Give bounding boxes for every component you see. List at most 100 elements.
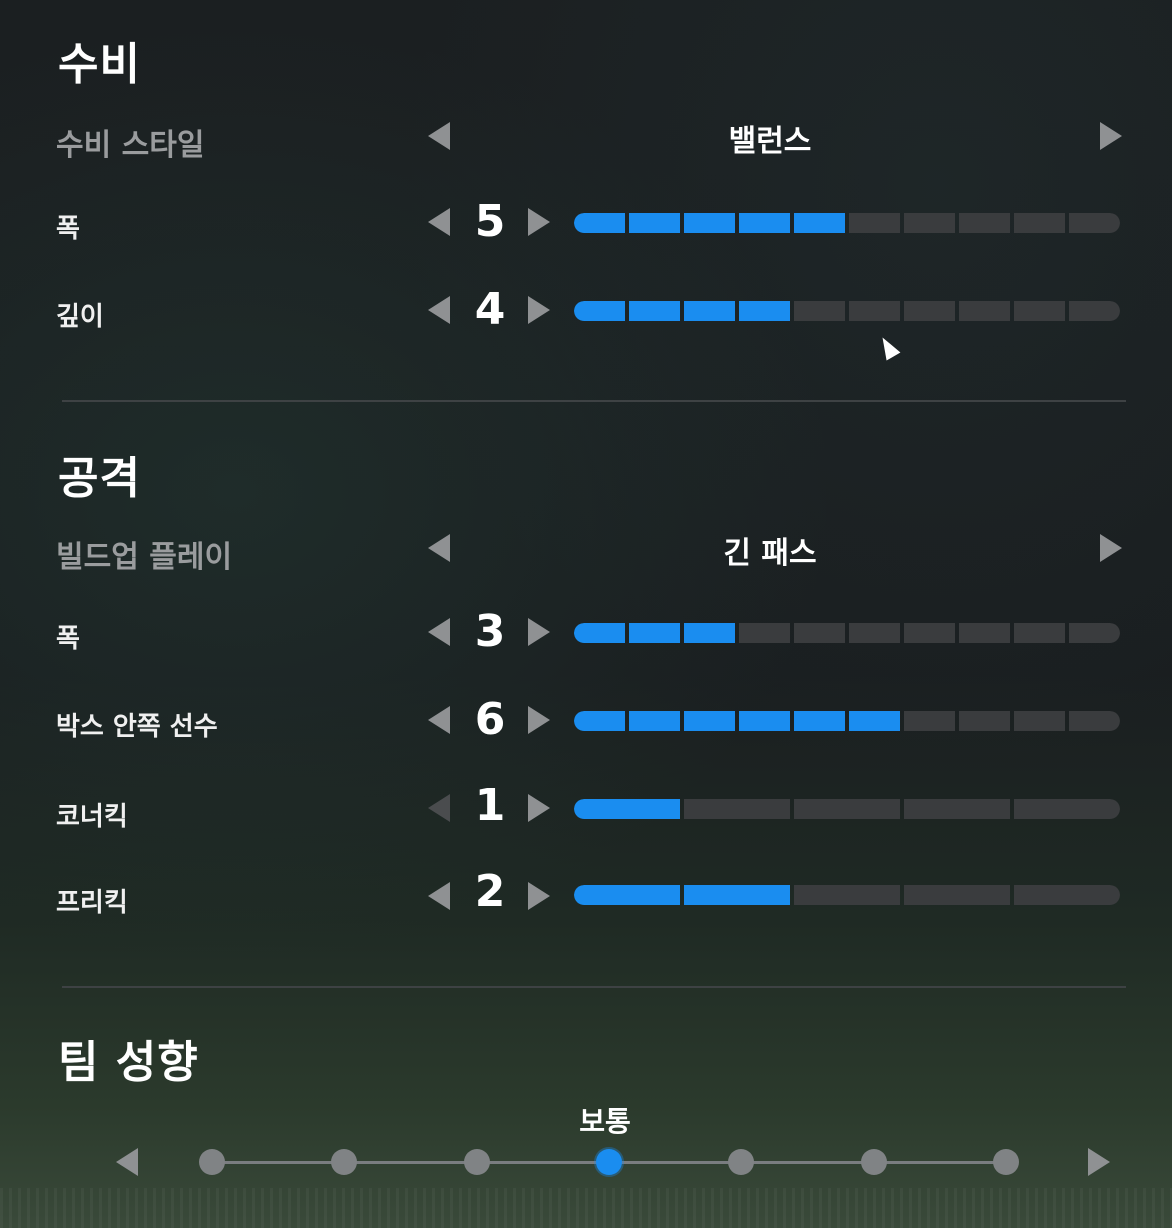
attack-width-value: 3	[474, 606, 506, 657]
defense-depth-label: 깊이	[56, 302, 104, 332]
free-kick-bar[interactable]	[574, 885, 1120, 905]
players-in-box-value: 6	[474, 694, 506, 745]
bar-segment	[574, 711, 625, 731]
defense-width-bar[interactable]	[574, 213, 1120, 233]
bar-segment	[739, 623, 790, 643]
bar-segment	[904, 623, 955, 643]
bar-segment	[904, 213, 955, 233]
corner-kick-value: 1	[474, 780, 506, 831]
bar-segment	[794, 711, 845, 731]
bar-segment	[849, 301, 900, 321]
defense-style-prev-icon[interactable]	[428, 122, 450, 150]
bar-segment	[629, 213, 680, 233]
bar-segment	[794, 799, 900, 819]
bar-segment	[959, 711, 1010, 731]
defense-depth-increase-icon[interactable]	[528, 296, 550, 324]
bar-segment	[1069, 213, 1120, 233]
bar-segment	[794, 301, 845, 321]
bar-segment	[739, 711, 790, 731]
corner-kick-bar[interactable]	[574, 799, 1120, 819]
bar-segment	[794, 623, 845, 643]
bar-segment	[794, 885, 900, 905]
attack-style-value: 긴 패스	[723, 536, 817, 571]
defense-depth-bar[interactable]	[574, 301, 1120, 321]
bar-segment	[1014, 885, 1120, 905]
attack-style-prev-icon[interactable]	[428, 534, 450, 562]
bar-segment	[1014, 213, 1065, 233]
defense-width-value: 5	[474, 196, 506, 247]
bar-segment	[1014, 623, 1065, 643]
free-kick-decrease-icon[interactable]	[428, 882, 450, 910]
bar-segment	[684, 885, 790, 905]
bar-segment	[904, 301, 955, 321]
bar-segment	[959, 213, 1010, 233]
bar-segment	[574, 301, 625, 321]
bar-segment	[1069, 301, 1120, 321]
corner-kick-label: 코너킥	[56, 802, 128, 832]
bar-segment	[574, 213, 625, 233]
bar-segment	[849, 711, 900, 731]
players-in-box-decrease-icon[interactable]	[428, 706, 450, 734]
bar-segment	[1014, 301, 1065, 321]
bar-segment	[849, 623, 900, 643]
bar-segment	[684, 623, 735, 643]
defense-width-decrease-icon[interactable]	[428, 208, 450, 236]
defense-depth-decrease-icon[interactable]	[428, 296, 450, 324]
team-tendency-step-4[interactable]	[596, 1149, 622, 1175]
corner-kick-decrease-icon[interactable]	[428, 794, 450, 822]
bar-segment	[1069, 711, 1120, 731]
defense-style-next-icon[interactable]	[1100, 122, 1122, 150]
team-tendency-step-6[interactable]	[860, 1149, 887, 1175]
players-in-box-label: 박스 안쪽 선수	[56, 712, 218, 742]
attack-style-label: 빌드업 플레이	[56, 540, 233, 575]
bar-segment	[684, 213, 735, 233]
attack-width-decrease-icon[interactable]	[428, 618, 450, 646]
defense-depth-value: 4	[474, 284, 506, 335]
team-tendency-next-icon[interactable]	[1088, 1148, 1110, 1176]
mouse-cursor-icon	[875, 333, 901, 361]
defense-style-value: 밸런스	[728, 124, 812, 159]
team-tendency-value: 보통	[579, 1105, 631, 1138]
attack-width-increase-icon[interactable]	[528, 618, 550, 646]
team-tendency-prev-icon[interactable]	[116, 1148, 138, 1176]
bar-segment	[629, 301, 680, 321]
bar-segment	[684, 799, 790, 819]
corner-kick-increase-icon[interactable]	[528, 794, 550, 822]
team-tendency-step-7[interactable]	[993, 1149, 1019, 1175]
attack-width-bar[interactable]	[574, 623, 1120, 643]
team-tendency-title: 팀 성향	[58, 1037, 199, 1088]
free-kick-label: 프리킥	[56, 888, 128, 918]
bar-segment	[739, 213, 790, 233]
attack-width-label: 폭	[56, 624, 80, 654]
bar-segment	[574, 799, 680, 819]
grass-background	[0, 1188, 1172, 1228]
attack-section-title: 공격	[58, 453, 141, 504]
bar-segment	[1069, 623, 1120, 643]
defense-width-label: 폭	[56, 214, 80, 244]
players-in-box-bar[interactable]	[574, 711, 1120, 731]
team-tendency-step-3[interactable]	[463, 1149, 490, 1175]
bar-segment	[959, 301, 1010, 321]
bar-segment	[629, 623, 680, 643]
bar-segment	[739, 301, 790, 321]
section-divider	[62, 400, 1126, 402]
bar-segment	[684, 711, 735, 731]
bar-segment	[1014, 799, 1120, 819]
bar-segment	[574, 623, 625, 643]
free-kick-increase-icon[interactable]	[528, 882, 550, 910]
defense-section-title: 수비	[58, 39, 141, 90]
bar-segment	[904, 799, 1010, 819]
bar-segment	[1014, 711, 1065, 731]
bar-segment	[574, 885, 680, 905]
bar-segment	[904, 711, 955, 731]
free-kick-value: 2	[474, 866, 506, 917]
players-in-box-increase-icon[interactable]	[528, 706, 550, 734]
team-tendency-step-2[interactable]	[331, 1149, 358, 1175]
attack-style-next-icon[interactable]	[1100, 534, 1122, 562]
bar-segment	[849, 213, 900, 233]
defense-width-increase-icon[interactable]	[528, 208, 550, 236]
bar-segment	[794, 213, 845, 233]
team-tendency-step-1[interactable]	[199, 1149, 225, 1175]
section-divider	[62, 986, 1126, 988]
team-tendency-step-5[interactable]	[728, 1149, 755, 1175]
